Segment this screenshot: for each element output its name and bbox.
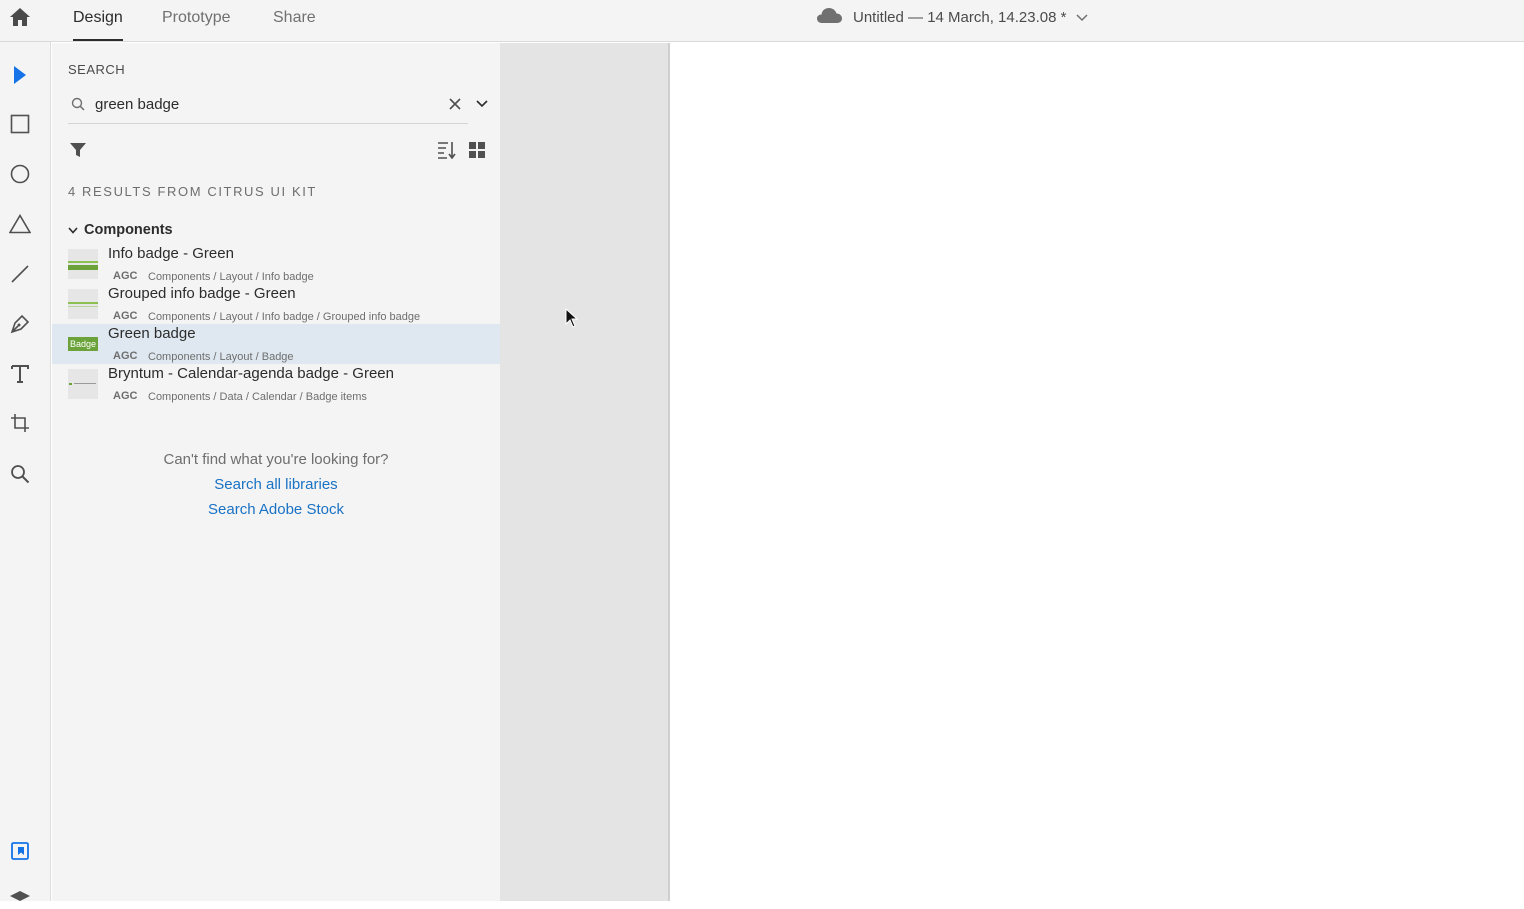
result-name: Grouped info badge - Green <box>108 285 296 302</box>
home-icon[interactable] <box>8 5 32 29</box>
result-name: Bryntum - Calendar-agenda badge - Green <box>108 365 394 382</box>
artboard-canvas[interactable] <box>668 43 1524 901</box>
result-type: AGC <box>113 310 138 322</box>
pen-icon[interactable] <box>8 312 32 336</box>
group-label: Components <box>84 222 173 238</box>
search-adobe-stock-link[interactable]: Search Adobe Stock <box>52 501 500 518</box>
pasteboard[interactable] <box>500 43 668 901</box>
result-item[interactable]: Grouped info badge - Green AGC Component… <box>52 284 500 324</box>
result-item-selected[interactable]: Badge Green badge AGC Components / Layou… <box>52 324 500 364</box>
mouse-cursor-icon <box>565 307 579 328</box>
tab-share[interactable]: Share <box>273 9 316 41</box>
search-scope-chevron-icon[interactable] <box>474 96 490 112</box>
cloud-icon <box>816 7 843 28</box>
result-type: AGC <box>113 270 138 282</box>
search-heading: SEARCH <box>68 62 126 77</box>
search-icon <box>71 97 85 111</box>
libraries-icon[interactable] <box>8 839 32 863</box>
tab-prototype[interactable]: Prototype <box>162 9 230 41</box>
ellipse-icon[interactable] <box>8 162 32 186</box>
clear-search-icon[interactable] <box>447 96 463 112</box>
result-name: Info badge - Green <box>108 245 234 262</box>
result-name: Green badge <box>108 325 196 342</box>
libraries-search-panel: SEARCH 4 RESULTS FROM CITRUS UI KIT Comp… <box>52 43 500 901</box>
tab-design[interactable]: Design <box>73 9 123 41</box>
result-path: Components / Layout / Info badge / Group… <box>148 311 421 323</box>
layers-icon[interactable] <box>8 885 32 909</box>
chevron-down-icon <box>1076 9 1088 26</box>
results-summary: 4 RESULTS FROM CITRUS UI KIT <box>68 184 317 199</box>
rectangle-icon[interactable] <box>8 112 32 136</box>
not-found-hint: Can't find what you're looking for? <box>163 451 389 468</box>
top-bar: Design Prototype Share Untitled — 14 Mar… <box>0 0 1524 42</box>
zoom-icon[interactable] <box>8 462 32 486</box>
chevron-down-icon <box>68 221 78 239</box>
text-tool-icon[interactable] <box>8 362 32 386</box>
result-path: Components / Data / Calendar / Badge ite… <box>148 391 367 403</box>
badge-preview-text: Badge <box>68 337 98 351</box>
triangle-icon[interactable] <box>8 212 32 236</box>
search-all-libraries-link[interactable]: Search all libraries <box>52 476 500 493</box>
result-type: AGC <box>113 350 138 362</box>
component-thumbnail <box>68 369 98 399</box>
result-item[interactable]: Bryntum - Calendar-agenda badge - Green … <box>52 364 500 404</box>
document-title: Untitled — 14 March, 14.23.08 * <box>853 8 1067 26</box>
document-title-menu[interactable]: Untitled — 14 March, 14.23.08 * <box>816 6 1088 28</box>
tool-rail <box>0 42 51 901</box>
component-thumbnail <box>68 289 98 319</box>
result-path: Components / Layout / Info badge <box>148 271 314 283</box>
line-icon[interactable] <box>8 262 32 286</box>
component-thumbnail <box>68 249 98 279</box>
search-field <box>68 87 468 124</box>
select-arrow-icon[interactable] <box>8 63 32 87</box>
artboard-icon[interactable] <box>8 411 32 435</box>
result-item[interactable]: Info badge - Green AGC Components / Layo… <box>52 244 500 284</box>
filter-icon[interactable] <box>68 140 88 160</box>
grid-view-icon[interactable] <box>466 139 488 161</box>
search-input[interactable] <box>95 93 435 115</box>
result-path: Components / Layout / Badge <box>148 351 294 363</box>
sort-icon[interactable] <box>436 139 458 161</box>
group-header-components[interactable]: Components <box>68 221 173 239</box>
component-thumbnail: Badge <box>68 329 98 359</box>
result-type: AGC <box>113 390 138 402</box>
